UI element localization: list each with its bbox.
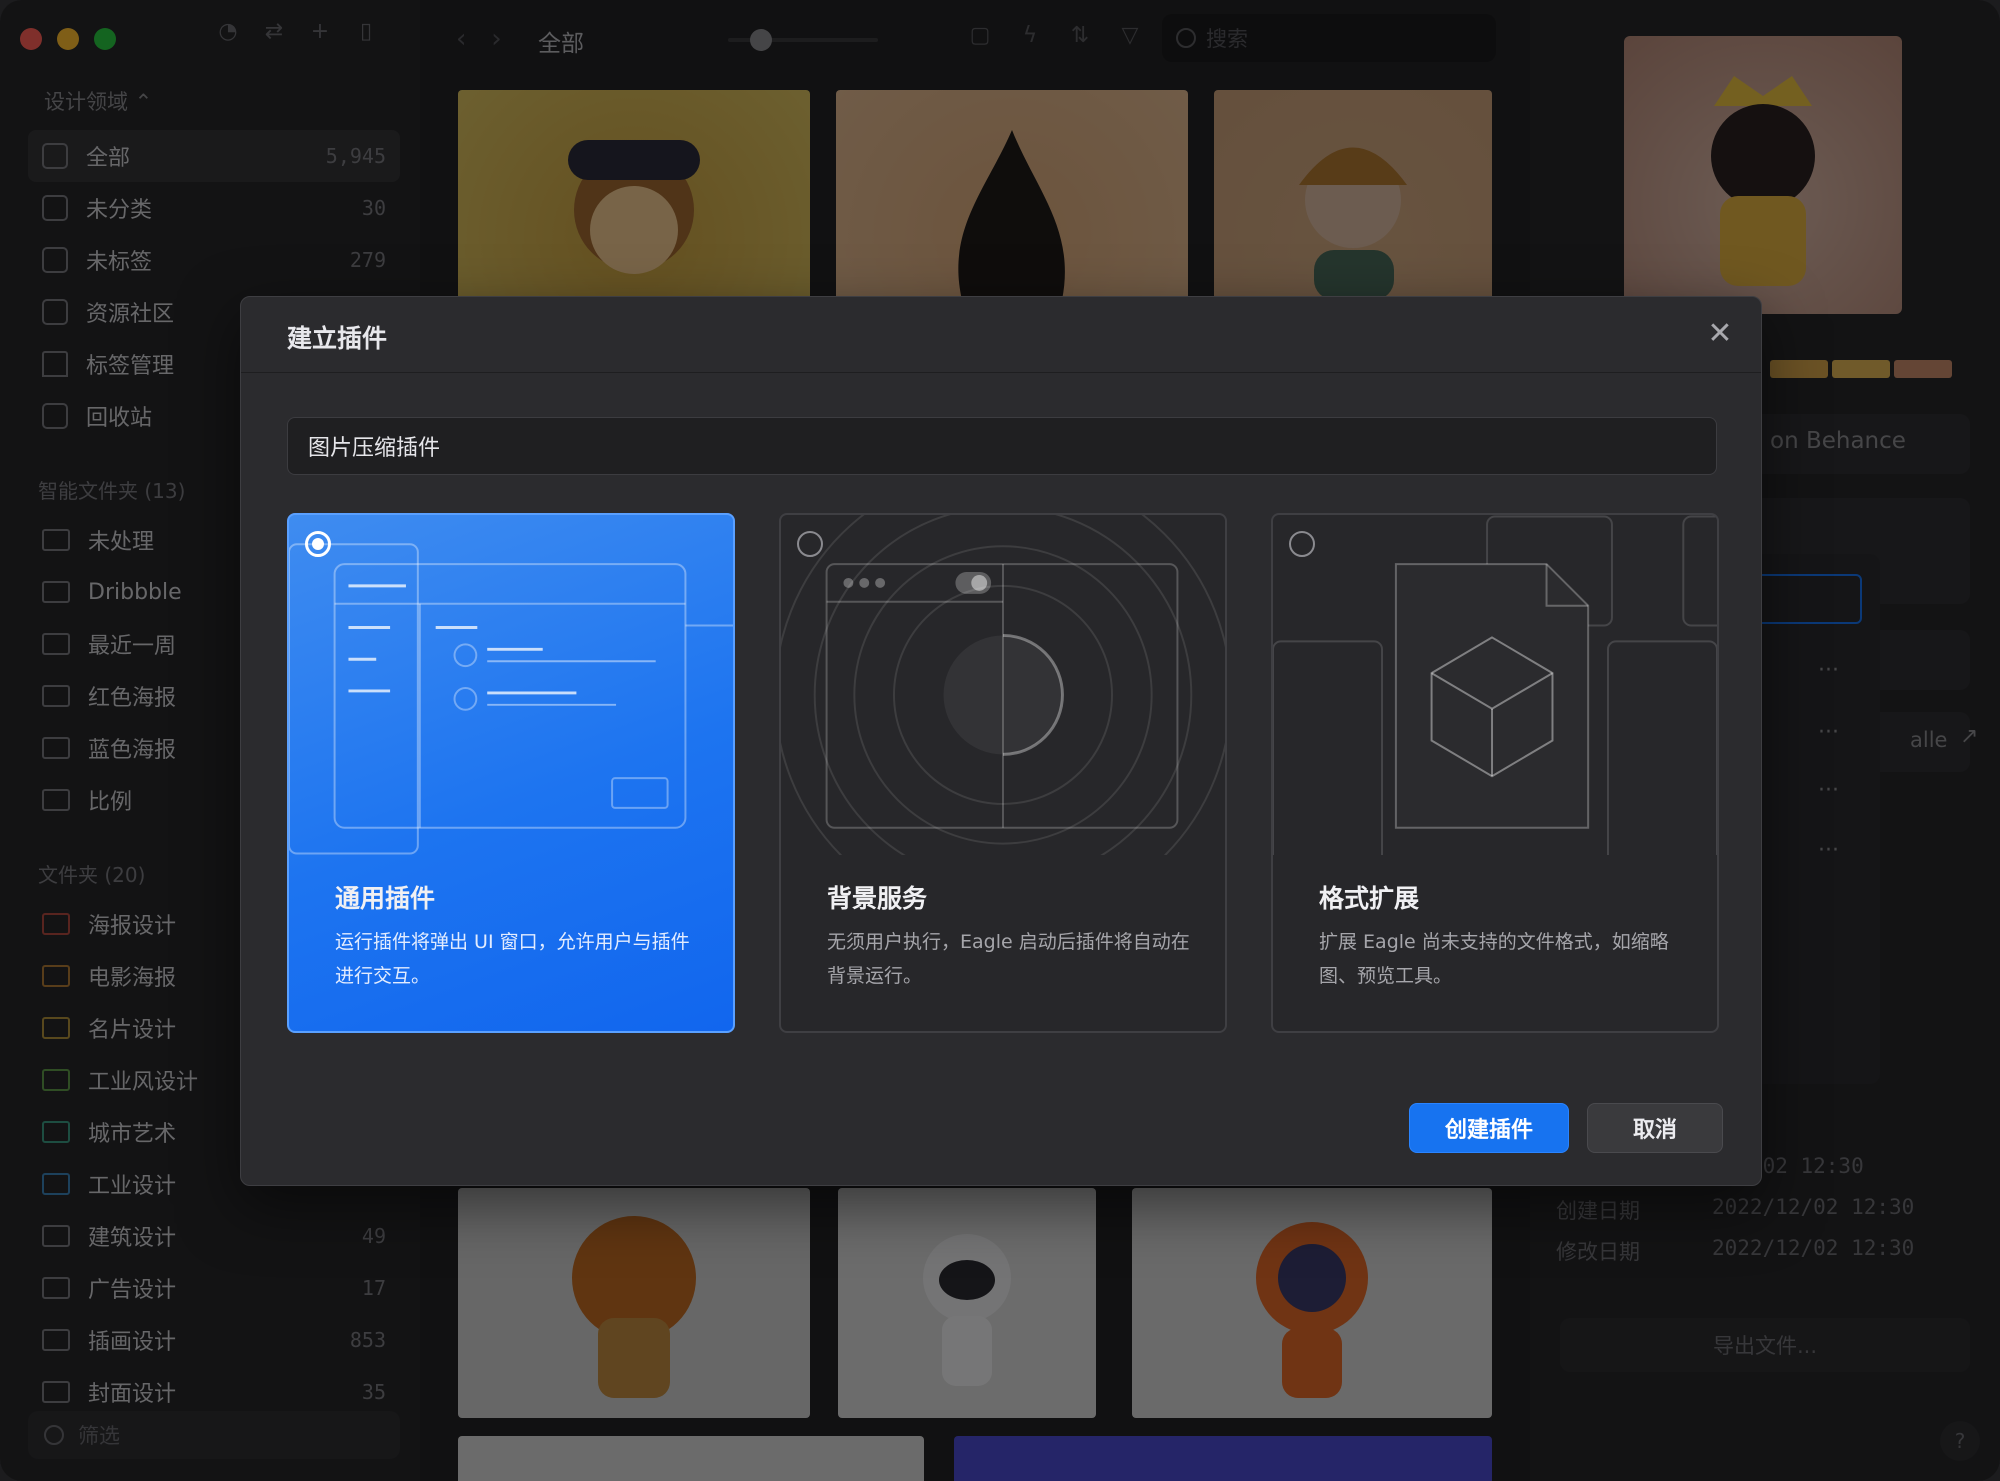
card-title: 背景服务 <box>827 884 928 913</box>
plugin-name-input[interactable] <box>287 417 1717 475</box>
card-title: 格式扩展 <box>1319 884 1420 913</box>
radio-general[interactable] <box>305 531 331 557</box>
app-window: ◔ ⇄ + ▯ 设计领域 ⌃ 全部 5,945 未分类 30 未标签 279 <box>0 0 2000 1481</box>
plugin-type-card-format[interactable]: 格式扩展 扩展 Eagle 尚未支持的文件格式，如缩略图、预览工具。 <box>1271 513 1719 1033</box>
cancel-button[interactable]: 取消 <box>1587 1103 1723 1153</box>
dialog-header: 建立插件 ✕ <box>241 297 1761 373</box>
close-icon[interactable]: ✕ <box>1703 317 1737 351</box>
window-illustration <box>289 543 733 855</box>
radio-format[interactable] <box>1289 531 1315 557</box>
card-description: 运行插件将弹出 UI 窗口，允许用户与插件进行交互。 <box>335 931 690 987</box>
card-description: 无须用户执行，Eagle 启动后插件将自动在背景运行。 <box>827 931 1190 987</box>
file-cube-illustration <box>1273 515 1717 855</box>
radio-background[interactable] <box>797 531 823 557</box>
create-plugin-button[interactable]: 创建插件 <box>1409 1103 1569 1153</box>
create-plugin-dialog: 建立插件 ✕ 图片压缩插件 通用插件 运行插件将弹出 UI 窗口，允许用户与插件… <box>240 296 1762 1186</box>
gear-window-illustration <box>781 515 1225 855</box>
plugin-type-card-general[interactable]: 通用插件 运行插件将弹出 UI 窗口，允许用户与插件进行交互。 <box>287 513 735 1033</box>
plugin-type-card-background[interactable]: 背景服务 无须用户执行，Eagle 启动后插件将自动在背景运行。 <box>779 513 1227 1033</box>
card-title: 通用插件 <box>335 884 436 913</box>
dialog-title: 建立插件 <box>287 324 388 353</box>
card-description: 扩展 Eagle 尚未支持的文件格式，如缩略图、预览工具。 <box>1319 931 1669 987</box>
